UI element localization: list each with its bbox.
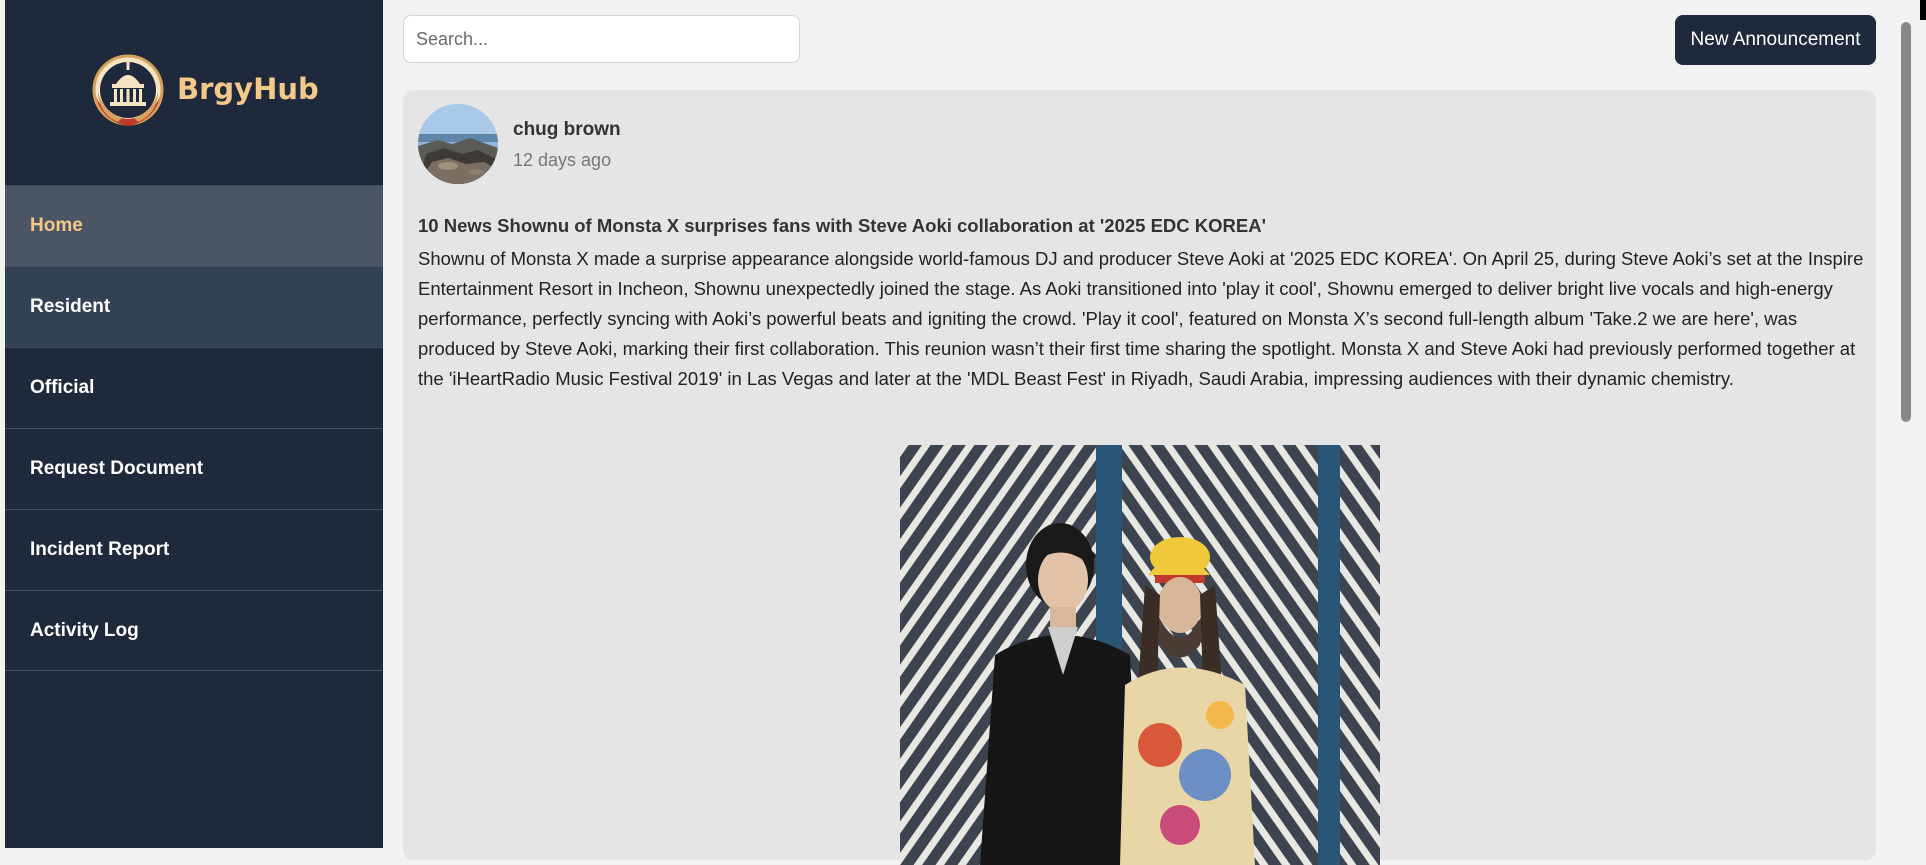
sidebar-item-incident-report[interactable]: Incident Report (5, 509, 383, 590)
brand[interactable]: BrgyHub (5, 0, 383, 185)
brand-name: BrgyHub (177, 72, 319, 106)
post-photo (900, 445, 1380, 865)
sidebar-item-resident[interactable]: Resident (5, 266, 383, 347)
post-timestamp: 12 days ago (513, 150, 612, 170)
sidebar-nav: Home Resident Official Request Document … (5, 185, 383, 671)
window-corner (1920, 0, 1926, 20)
scrollbar-thumb[interactable] (1901, 22, 1911, 422)
search-input[interactable] (403, 15, 800, 63)
avatar-photo-image (418, 104, 498, 184)
post-body: Shownu of Monsta X made a surprise appea… (418, 248, 1864, 389)
post-author[interactable]: chug brown (513, 119, 621, 141)
avatar[interactable] (418, 104, 498, 184)
sidebar: BrgyHub Home Resident Official Request D… (5, 0, 383, 848)
post-image[interactable] (900, 445, 1380, 865)
sidebar-item-official[interactable]: Official (5, 347, 383, 428)
new-announcement-button[interactable]: New Announcement (1675, 15, 1876, 65)
announcement-card: chug brown 12 days ago 10 News Shownu of… (403, 90, 1876, 865)
sidebar-item-home[interactable]: Home (5, 185, 383, 266)
sidebar-item-activity-log[interactable]: Activity Log (5, 590, 383, 671)
sidebar-item-request-document[interactable]: Request Document (5, 428, 383, 509)
post-title: 10 News Shownu of Monsta X surprises fan… (418, 215, 1267, 236)
capitol-building-logo-icon (92, 54, 164, 126)
